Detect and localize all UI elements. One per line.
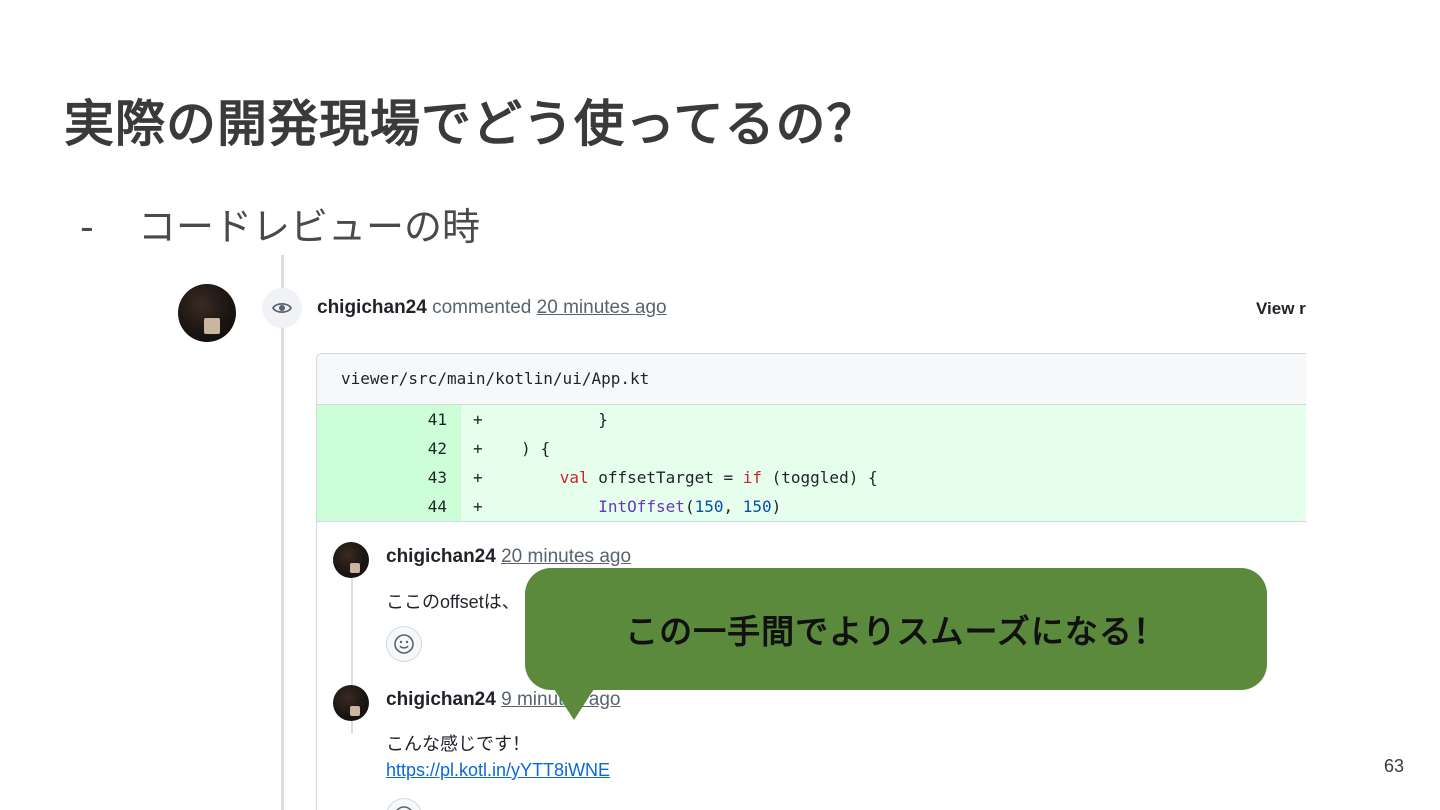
comment-header: chigichan24 commented 20 minutes ago — [317, 297, 667, 319]
avatar[interactable] — [178, 284, 236, 342]
code-function: IntOffset — [598, 497, 685, 516]
comment-timestamp[interactable]: 20 minutes ago — [537, 297, 667, 318]
code-line: + val offsetTarget = if (toggled) { — [461, 463, 1306, 492]
eye-icon — [262, 288, 302, 328]
code-number: 150 — [694, 497, 724, 516]
slide-title: 実際の開発現場でどう使ってるの？ — [64, 95, 878, 153]
diff-line: 42 + ) { — [317, 434, 1306, 463]
code-number: 150 — [742, 497, 772, 516]
diff-sign: + — [473, 497, 483, 516]
callout-bubble: この一手間でよりスムーズになる！ — [525, 568, 1267, 690]
code-line: + } — [461, 405, 1306, 434]
diff-line: 43 + val offsetTarget = if (toggled) { — [317, 463, 1306, 492]
reply-author[interactable]: chigichan24 — [386, 546, 496, 567]
code-keyword: val — [559, 468, 589, 487]
code-text: , — [723, 497, 743, 516]
reply-body: こんな感じです！ — [386, 734, 530, 754]
bullet-dash: - — [80, 205, 94, 249]
line-number[interactable]: 43 — [317, 463, 461, 492]
code-line: + ) { — [461, 434, 1306, 463]
line-number[interactable]: 41 — [317, 405, 461, 434]
reply-timestamp[interactable]: 20 minutes ago — [501, 546, 631, 567]
diff-line: 41 + } — [317, 405, 1306, 434]
code-text: ( — [684, 497, 695, 516]
diff-sign: + — [473, 439, 483, 458]
bullet-text: コードレビューの時 — [138, 205, 481, 249]
line-number[interactable]: 44 — [317, 492, 461, 521]
callout-text: この一手間でよりスムーズになる！ — [625, 612, 1167, 651]
code-text: (toggled) { — [762, 468, 878, 487]
add-reaction-button[interactable] — [386, 798, 422, 810]
add-reaction-button[interactable] — [386, 626, 422, 662]
avatar[interactable] — [333, 542, 369, 578]
code-text: ) — [771, 497, 782, 516]
code-text: } — [598, 410, 608, 429]
smiley-icon — [394, 634, 414, 654]
code-keyword: if — [742, 468, 762, 487]
reply-header: chigichan24 20 minutes ago — [386, 546, 631, 568]
comment-author[interactable]: chigichan24 — [317, 297, 427, 318]
view-link[interactable]: View r — [1256, 299, 1306, 319]
code-line: + IntOffset(150, 150) — [461, 492, 1306, 521]
diff-sign: + — [473, 468, 483, 487]
timeline-line — [281, 255, 284, 810]
reply-author[interactable]: chigichan24 — [386, 689, 496, 710]
page-number: 63 — [1384, 756, 1405, 776]
callout-tail — [552, 686, 596, 720]
reply-body: ここのoffsetは、 — [386, 592, 520, 612]
code-text: offsetTarget = — [588, 468, 743, 487]
reply-link-row: https://pl.kotl.in/yYTT8iWNE — [386, 760, 610, 781]
line-number[interactable]: 42 — [317, 434, 461, 463]
code-text: ) { — [521, 439, 551, 458]
smiley-icon — [396, 806, 412, 810]
comment-action: commented — [432, 297, 532, 318]
diff-line: 44 + IntOffset(150, 150) — [317, 492, 1306, 522]
file-path[interactable]: viewer/src/main/kotlin/ui/App.kt — [317, 354, 1306, 405]
diff-sign: + — [473, 410, 483, 429]
avatar[interactable] — [333, 685, 369, 721]
bullet-item: - コードレビューの時 — [80, 196, 480, 251]
github-comment-screenshot: chigichan24 commented 20 minutes ago Vie… — [160, 255, 1306, 810]
reply-link[interactable]: https://pl.kotl.in/yYTT8iWNE — [386, 760, 610, 780]
